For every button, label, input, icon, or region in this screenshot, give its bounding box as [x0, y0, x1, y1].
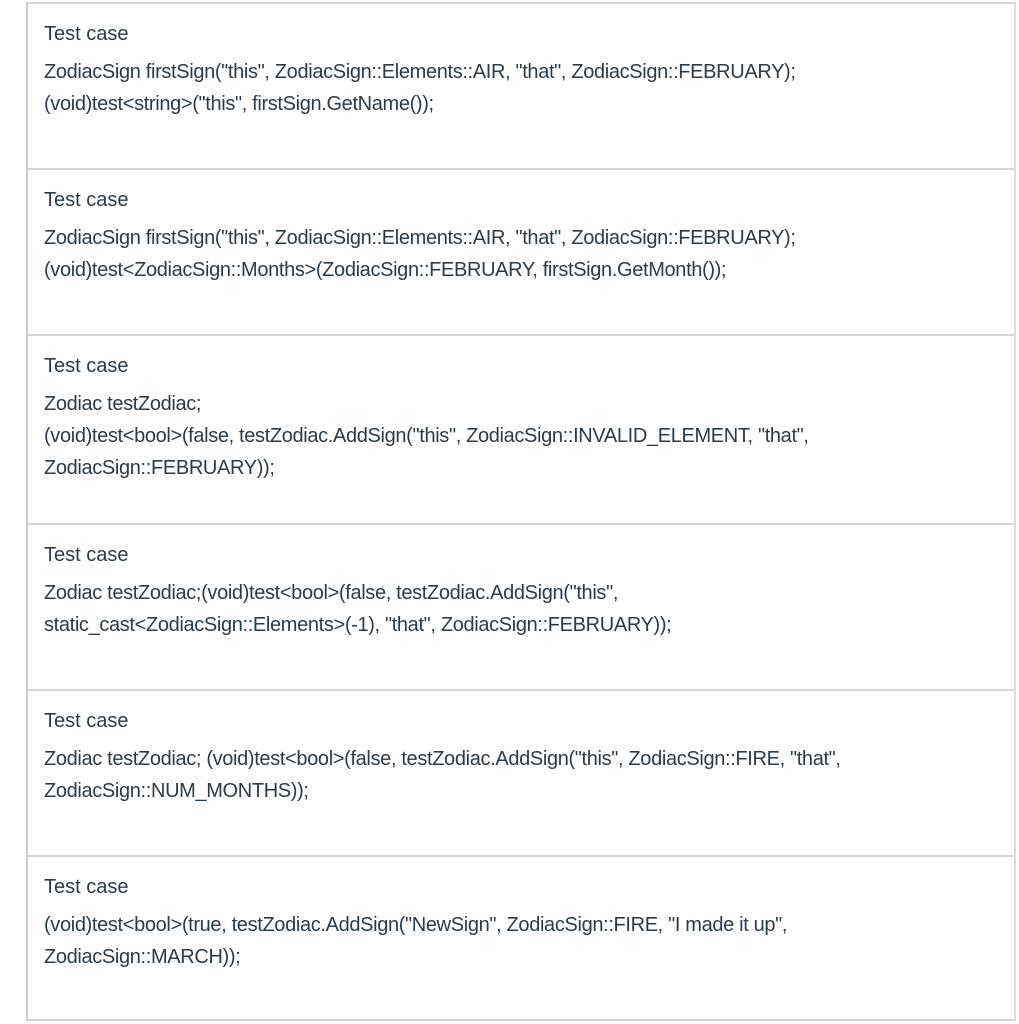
- test-case-card: Test case ZodiacSign firstSign("this", Z…: [28, 168, 1014, 334]
- test-case-title: Test case: [44, 355, 129, 377]
- test-case-card: Test case Zodiac testZodiac; (void)test<b…: [28, 334, 1014, 523]
- code-line: (void)test<bool>(false, testZodiac.AddSi…: [44, 425, 809, 447]
- test-case-title: Test case: [44, 544, 129, 566]
- test-case-code: Zodiac testZodiac; (void)test<bool>(fals…: [44, 743, 998, 807]
- test-case-title: Test case: [44, 876, 129, 898]
- test-case-code: Zodiac testZodiac;(void)test<bool>(false…: [44, 577, 998, 641]
- code-line: ZodiacSign::NUM_MONTHS));: [44, 780, 309, 802]
- code-line: ZodiacSign::MARCH));: [44, 946, 241, 968]
- test-case-title: Test case: [44, 710, 129, 732]
- code-line: Zodiac testZodiac;: [44, 393, 202, 415]
- test-case-card: Test case Zodiac testZodiac; (void)test<…: [28, 689, 1014, 855]
- code-line: static_cast<ZodiacSign::Elements>(-1), "…: [44, 614, 672, 636]
- test-case-code: Zodiac testZodiac; (void)test<bool>(false…: [44, 388, 998, 484]
- code-line: ZodiacSign::FEBRUARY));: [44, 457, 275, 479]
- test-case-code: (void)test<bool>(true, testZodiac.AddSig…: [44, 909, 998, 973]
- code-line: (void)test<ZodiacSign::Months>(ZodiacSig…: [44, 259, 727, 281]
- code-line: ZodiacSign firstSign("this", ZodiacSign:…: [44, 227, 796, 249]
- code-line: (void)test<string>("this", firstSign.Get…: [44, 93, 434, 115]
- test-case-code: ZodiacSign firstSign("this", ZodiacSign:…: [44, 222, 998, 286]
- test-case-title: Test case: [44, 189, 129, 211]
- test-case-card: Test case ZodiacSign firstSign("this", Z…: [28, 2, 1014, 168]
- code-line: Zodiac testZodiac;(void)test<bool>(false…: [44, 582, 619, 604]
- test-case-code: ZodiacSign firstSign("this", ZodiacSign:…: [44, 56, 998, 120]
- test-case-list: Test case ZodiacSign firstSign("this", Z…: [26, 2, 1016, 1021]
- test-case-card: Test case Zodiac testZodiac;(void)test<b…: [28, 523, 1014, 689]
- code-line: (void)test<bool>(true, testZodiac.AddSig…: [44, 914, 788, 936]
- code-line: Zodiac testZodiac; (void)test<bool>(fals…: [44, 748, 841, 770]
- test-case-title: Test case: [44, 23, 129, 45]
- test-case-card: Test case (void)test<bool>(true, testZod…: [28, 855, 1014, 1021]
- code-line: ZodiacSign firstSign("this", ZodiacSign:…: [44, 61, 796, 83]
